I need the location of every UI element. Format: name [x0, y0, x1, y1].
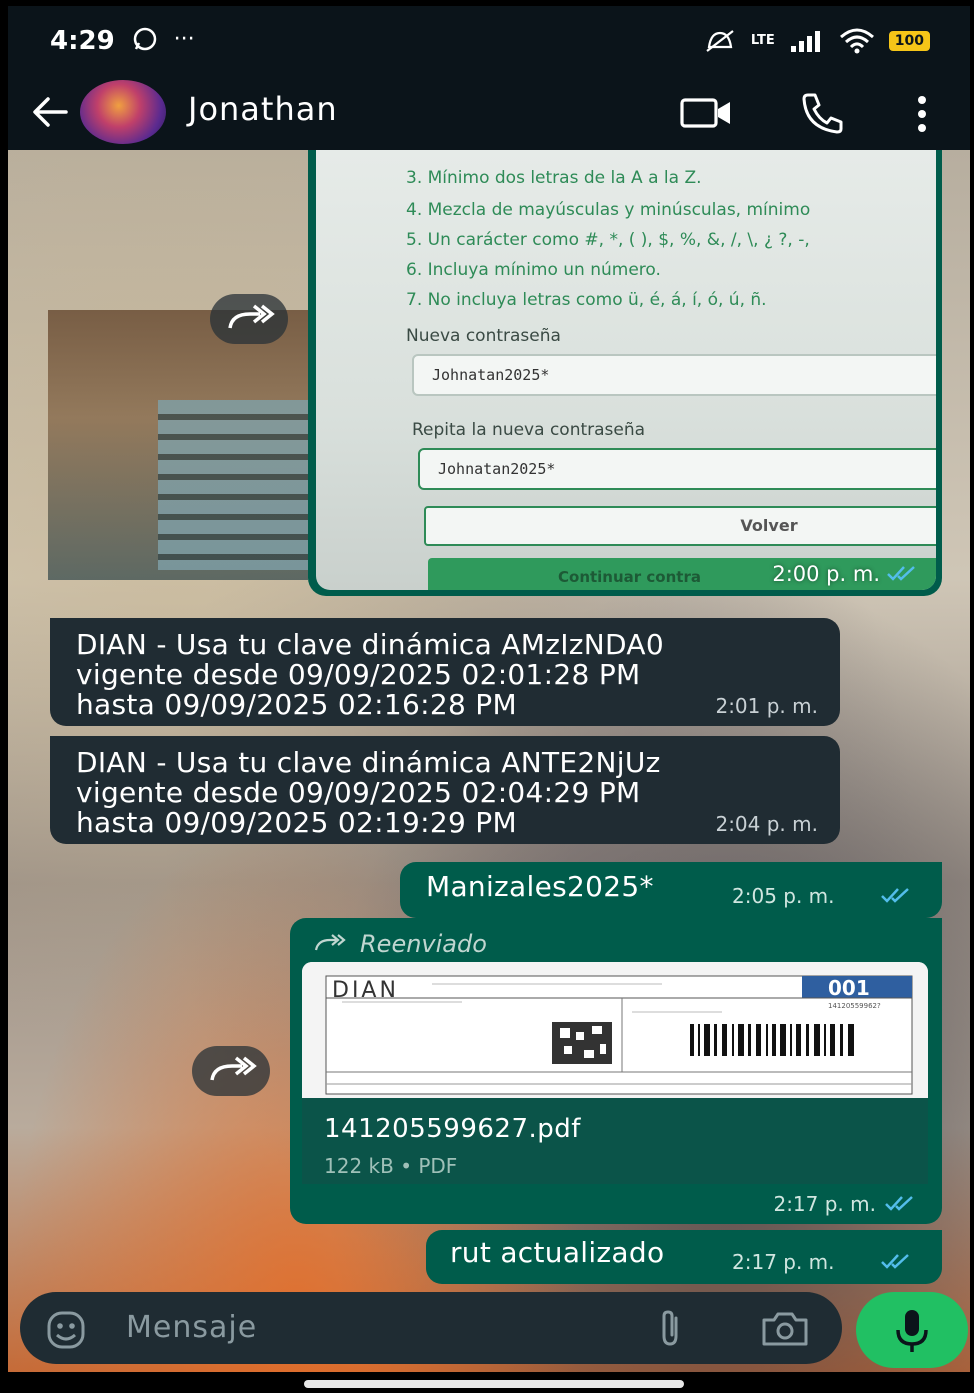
- chat-area[interactable]: 3. Mínimo dos letras de la A a la Z. 4. …: [8, 150, 970, 1372]
- message-text: rut actualizado: [450, 1236, 665, 1269]
- rule-line: 3. Mínimo dos letras de la A a la Z.: [406, 168, 702, 188]
- rule-line: 4. Mezcla de mayúsculas y minúsculas, mí…: [406, 200, 811, 220]
- document-form-number: 001: [828, 976, 870, 1000]
- emoji-icon[interactable]: [46, 1310, 86, 1350]
- repeat-password-field: Johnatan2025*: [418, 448, 936, 490]
- forward-icon: [228, 304, 275, 329]
- status-time: 4:29: [50, 26, 115, 56]
- message-time: 2:04 p. m.: [715, 812, 818, 836]
- message-time: 2:17 p. m.: [773, 1192, 876, 1216]
- rule-line: 7. No incluya letras como ü, é, á, í, ó,…: [406, 290, 767, 310]
- forward-button[interactable]: [192, 1046, 270, 1096]
- whatsapp-status-icon: [133, 27, 157, 51]
- status-system-icons: LTE 100: [703, 28, 930, 54]
- message-time: 2:01 p. m.: [715, 694, 818, 718]
- attach-icon[interactable]: [650, 1308, 690, 1348]
- back-button-in-image: Volver: [424, 506, 936, 546]
- rule-line: 6. Incluya mínimo un número.: [406, 260, 661, 280]
- message-time: 2:17 p. m.: [732, 1250, 835, 1274]
- mic-button[interactable]: [856, 1292, 968, 1368]
- message-text: vigente desde 09/09/2025 02:01:28 PM: [76, 658, 641, 691]
- sent-message[interactable]: Manizales2025* 2:05 p. m.: [400, 862, 942, 918]
- message-input[interactable]: [126, 1304, 606, 1350]
- document-message[interactable]: Reenviado DIAN 001 14120559962? 14120559…: [290, 918, 942, 1224]
- double-check-icon: [887, 566, 915, 581]
- forward-button[interactable]: [210, 294, 288, 344]
- new-password-label: Nueva contraseña: [406, 326, 561, 346]
- message-text: vigente desde 09/09/2025 02:04:29 PM: [76, 776, 641, 809]
- double-check-icon: [881, 1254, 909, 1269]
- forwarded-text: Reenviado: [360, 930, 487, 958]
- contact-avatar[interactable]: [80, 80, 166, 144]
- received-message[interactable]: DIAN - Usa tu clave dinámica ANTE2NjUz v…: [50, 736, 840, 844]
- volte-label: LTE: [750, 33, 775, 48]
- status-bar: 4:29 ··· LTE 100: [8, 6, 970, 76]
- sent-message[interactable]: rut actualizado 2:17 p. m.: [426, 1230, 942, 1284]
- more-vert-icon[interactable]: [914, 94, 930, 134]
- phone-icon[interactable]: [800, 92, 844, 134]
- message-text: DIAN - Usa tu clave dinámica ANTE2NjUz: [76, 746, 661, 779]
- home-indicator[interactable]: [304, 1380, 684, 1388]
- signal-icon: [790, 31, 820, 52]
- forwarded-label: Reenviado: [314, 930, 487, 958]
- image-content[interactable]: 3. Mínimo dos letras de la A a la Z. 4. …: [316, 150, 936, 590]
- document-logo: DIAN: [332, 978, 399, 1003]
- message-time: 2:05 p. m.: [732, 884, 835, 908]
- wallpaper-detail: [158, 400, 308, 570]
- mic-icon: [896, 1310, 928, 1352]
- received-message[interactable]: DIAN - Usa tu clave dinámica AMzIzNDA0 v…: [50, 618, 840, 726]
- more-notifications-icon: ···: [173, 27, 195, 52]
- status-notification-icons: ···: [132, 24, 195, 52]
- message-composer: [20, 1292, 842, 1364]
- document-name: 141205599627.pdf: [324, 1114, 581, 1144]
- document-nit: 14120559962?: [828, 1002, 881, 1010]
- new-password-field: Johnatan2025*: [412, 354, 936, 396]
- camera-icon[interactable]: [760, 1310, 810, 1348]
- video-call-icon[interactable]: [680, 96, 732, 130]
- document-meta: 122 kB • PDF: [324, 1154, 458, 1178]
- wifi-icon: [839, 28, 874, 54]
- double-check-icon: [885, 1196, 913, 1211]
- message-time: 2:00 p. m.: [772, 562, 880, 586]
- message-text: hasta 09/09/2025 02:16:28 PM: [76, 688, 517, 721]
- app-frame: 4:29 ··· LTE 100 Jonathan 3. Mínimo dos …: [8, 6, 970, 1372]
- image-message[interactable]: 3. Mínimo dos letras de la A a la Z. 4. …: [308, 150, 942, 596]
- forward-icon: [210, 1056, 257, 1081]
- message-text: Manizales2025*: [426, 870, 654, 903]
- chat-header: Jonathan: [8, 76, 970, 150]
- battery-icon: 100: [888, 31, 930, 51]
- document-preview[interactable]: DIAN 001 14120559962?: [302, 962, 928, 1098]
- contact-name[interactable]: Jonathan: [188, 90, 338, 128]
- message-text: hasta 09/09/2025 02:19:29 PM: [76, 806, 517, 839]
- message-text: DIAN - Usa tu clave dinámica AMzIzNDA0: [76, 628, 664, 661]
- forwarded-icon: [314, 934, 346, 951]
- double-check-icon: [881, 888, 909, 903]
- rule-line: 5. Un carácter como #, *, ( ), $, %, &, …: [406, 230, 810, 250]
- mute-icon: [706, 30, 734, 52]
- back-arrow-icon[interactable]: [28, 90, 72, 134]
- repeat-password-label: Repita la nueva contraseña: [412, 420, 646, 440]
- document-info[interactable]: 141205599627.pdf 122 kB • PDF: [302, 1098, 928, 1184]
